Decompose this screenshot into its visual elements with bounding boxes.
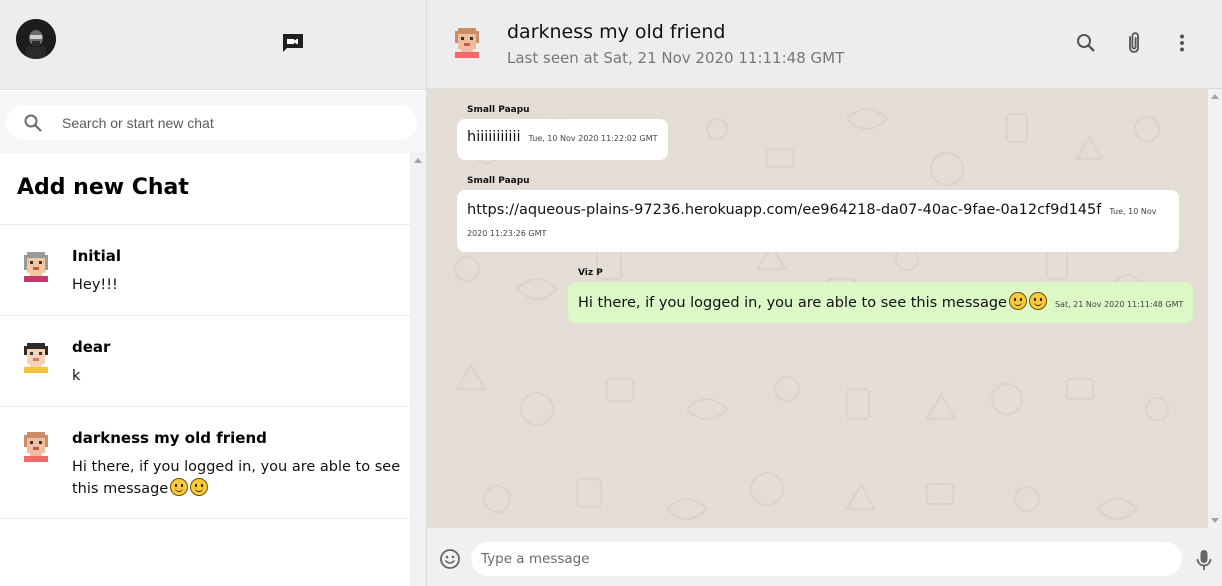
message-input[interactable] <box>471 542 1182 576</box>
search-area <box>0 91 426 153</box>
chat-item-darkness-my-old-friend[interactable]: darkness my old friend Hi there, if you … <box>0 407 410 519</box>
search-icon <box>23 113 43 133</box>
emoji-icon[interactable] <box>439 548 461 570</box>
contact-avatar[interactable] <box>449 24 485 62</box>
sidebar-header <box>0 0 426 90</box>
new-chat-icon[interactable] <box>281 31 305 55</box>
attach-icon[interactable] <box>1122 31 1146 55</box>
contact-name: darkness my old friend <box>507 21 726 43</box>
pixel-avatar-icon <box>18 429 54 465</box>
pixel-avatar-icon <box>18 340 54 376</box>
chat-item-last-message: Hey!!! <box>72 277 118 293</box>
chat-header: darkness my old friend Last seen at Sat,… <box>427 0 1222 89</box>
chat-item-name: Initial <box>72 247 121 265</box>
message-text: Hi there, if you logged in, you are able… <box>578 295 1007 311</box>
scroll-up-icon[interactable] <box>1211 94 1219 99</box>
search-input[interactable] <box>62 113 402 133</box>
message-sender: Small Paapu <box>467 105 530 115</box>
chat-item-last-message: Hi there, if you logged in, you are able… <box>72 457 402 500</box>
smile-emoji-icon <box>1008 292 1027 310</box>
chat-item-initial[interactable]: Initial Hey!!! <box>0 225 410 316</box>
message-timestamp: Sat, 21 Nov 2020 11:11:48 GMT <box>1054 300 1184 309</box>
search-icon[interactable] <box>1074 31 1098 55</box>
my-avatar[interactable] <box>16 19 56 59</box>
chat-panel: darkness my old friend Last seen at Sat,… <box>427 0 1222 586</box>
smile-emoji-icon <box>170 478 189 496</box>
add-new-chat-button[interactable]: Add new Chat <box>0 153 410 225</box>
chat-item-name: dear <box>72 338 111 356</box>
last-seen-status: Last seen at Sat, 21 Nov 2020 11:11:48 G… <box>507 49 845 67</box>
message-bubble-outgoing: Hi there, if you logged in, you are able… <box>568 282 1194 323</box>
chat-item-last-message: k <box>72 368 81 384</box>
mic-icon[interactable] <box>1195 548 1213 572</box>
more-options-icon[interactable] <box>1170 31 1194 55</box>
chat-item-dear[interactable]: dear k <box>0 316 410 407</box>
chat-item-name: darkness my old friend <box>72 429 267 447</box>
sidebar: Add new Chat Initial Hey!!! <box>0 0 427 586</box>
composer-bar <box>427 528 1222 586</box>
message-sender: Small Paapu <box>467 176 530 186</box>
message-area: Small Paapu hiiiiiiiiiii Tue, 10 Nov 2020… <box>427 89 1208 528</box>
message-timestamp: Tue, 10 Nov 2020 11:22:02 GMT <box>528 134 658 143</box>
search-box <box>6 105 417 140</box>
scroll-down-icon[interactable] <box>1211 518 1219 523</box>
scroll-up-icon[interactable] <box>414 158 422 163</box>
message-sender: Viz P <box>578 268 603 278</box>
pixel-avatar-icon <box>18 249 54 285</box>
smile-emoji-icon <box>1028 292 1047 310</box>
smile-emoji-icon <box>190 478 209 496</box>
message-link[interactable]: https://aqueous-plains-97236.herokuapp.c… <box>467 202 1101 218</box>
chat-list: Add new Chat Initial Hey!!! dear k darkn… <box>0 153 410 586</box>
sidebar-scrollbar[interactable] <box>410 153 426 586</box>
message-area-scrollbar[interactable] <box>1208 89 1222 528</box>
message-text: hiiiiiiiiiii <box>467 129 521 145</box>
message-bubble-incoming: https://aqueous-plains-97236.herokuapp.c… <box>457 190 1179 252</box>
message-bubble-incoming: hiiiiiiiiiii Tue, 10 Nov 2020 11:22:02 GM… <box>457 119 668 160</box>
chat-item-last-message-text: Hi there, if you logged in, you are able… <box>72 459 401 497</box>
